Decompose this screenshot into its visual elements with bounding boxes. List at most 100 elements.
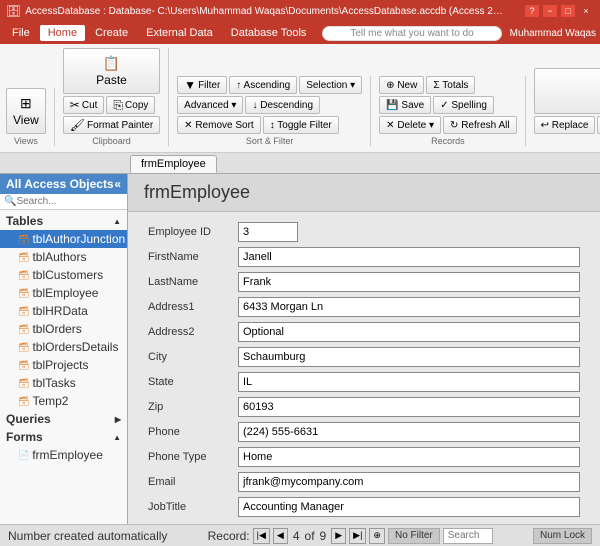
records-row3: ✕ Delete ▾ ↻ Refresh All: [379, 116, 516, 134]
sidebar-item-orders[interactable]: 🗃 tblOrders: [0, 320, 127, 338]
paste-button[interactable]: 📋 Paste: [63, 48, 160, 94]
filter-button[interactable]: ▼ Filter: [177, 76, 227, 94]
new-button[interactable]: ⊕ New: [379, 76, 424, 94]
field-lastname[interactable]: [238, 272, 580, 292]
copy-button[interactable]: ⎘ Copy: [106, 96, 155, 114]
records-label: Records: [379, 136, 516, 146]
form-row-employee-id: Employee ID: [148, 222, 580, 242]
menu-database-tools[interactable]: Database Tools: [223, 25, 315, 41]
sidebar-item-orders-details[interactable]: 🗃 tblOrdersDetails: [0, 338, 127, 356]
replace-button[interactable]: ↩ Replace: [534, 116, 596, 134]
form-content: Employee ID FirstName LastName Address1 …: [128, 212, 600, 524]
totals-button[interactable]: Σ Totals: [426, 76, 475, 94]
view-button[interactable]: ⊞ View: [6, 88, 46, 134]
format-painter-icon: 🖌: [70, 118, 85, 132]
toggle-filter-button[interactable]: ↕ Toggle Filter: [263, 116, 339, 134]
title-bar-text: AccessDatabase : Database- C:\Users\Muha…: [25, 6, 505, 17]
field-address2[interactable]: [238, 322, 580, 342]
sidebar-item-authors[interactable]: 🗃 tblAuthors: [0, 248, 127, 266]
spelling-button[interactable]: ✓ Spelling: [433, 96, 494, 114]
format-painter-button[interactable]: 🖌 Format Painter: [63, 116, 160, 134]
ascending-button[interactable]: ↑ Ascending: [229, 76, 297, 94]
sidebar-item-label-projects: tblProjects: [32, 358, 88, 372]
sidebar-item-label-frm-employee: frmEmployee: [32, 448, 103, 462]
save-button[interactable]: 💾 Save: [379, 96, 431, 114]
remove-sort-button[interactable]: ✕ Remove Sort: [177, 116, 261, 134]
sidebar-item-employee[interactable]: 🗃 tblEmployee: [0, 284, 127, 302]
find-button[interactable]: 🔍 Find: [534, 68, 600, 114]
menu-home[interactable]: Home: [40, 25, 85, 41]
tab-frm-employee[interactable]: frmEmployee: [130, 155, 217, 173]
menu-file[interactable]: File: [4, 25, 38, 41]
table-icon-tasks: 🗃: [18, 378, 29, 389]
ribbon-group-clipboard: 📋 Paste ✂ Cut ⎘ Copy 🖌 Format Painter Cl…: [63, 48, 169, 146]
table-icon-orders-details: 🗃: [18, 342, 29, 353]
title-bar: 🗄 AccessDatabase : Database- C:\Users\Mu…: [0, 0, 600, 22]
field-firstname[interactable]: [238, 247, 580, 267]
nav-last-button[interactable]: ▶|: [349, 528, 366, 544]
form-row-state: State: [148, 372, 580, 392]
search-box[interactable]: Tell me what you want to do: [322, 26, 502, 41]
close-button[interactable]: ×: [578, 4, 594, 18]
find-label-group: Find: [534, 136, 600, 146]
nav-next-button[interactable]: ▶: [331, 528, 346, 544]
sidebar-item-label-authors: tblAuthors: [32, 250, 86, 264]
sidebar-search-box[interactable]: 🔍: [0, 194, 127, 210]
sort-row3: ✕ Remove Sort ↕ Toggle Filter: [177, 116, 362, 134]
username-label: Muhammad Waqas: [510, 28, 596, 39]
queries-label: Queries: [6, 412, 51, 426]
forms-section: Forms ▲: [0, 428, 127, 446]
field-zip[interactable]: [238, 397, 580, 417]
nav-prev-button[interactable]: ◀: [273, 528, 288, 544]
queries-collapse[interactable]: ▶: [115, 415, 121, 424]
search-nav-input[interactable]: [443, 528, 493, 544]
sidebar-title: All Access Objects: [6, 177, 114, 191]
cut-button[interactable]: ✂ Cut: [63, 96, 105, 114]
no-filter-badge[interactable]: No Filter: [388, 528, 440, 544]
field-employee-id[interactable]: [238, 222, 298, 242]
field-phone[interactable]: [238, 422, 580, 442]
clipboard-row2: 🖌 Format Painter: [63, 116, 160, 134]
view-label: View: [13, 113, 39, 127]
sidebar-item-temp2[interactable]: 🗃 Temp2: [0, 392, 127, 410]
label-state: State: [148, 376, 238, 388]
field-email[interactable]: [238, 472, 580, 492]
title-bar-left: 🗄 AccessDatabase : Database- C:\Users\Mu…: [6, 4, 505, 18]
menu-external-data[interactable]: External Data: [138, 25, 221, 41]
sidebar-search-input[interactable]: [16, 196, 123, 207]
paste-label: Paste: [96, 73, 127, 87]
ribbon-group-sort-filter: ▼ Filter ↑ Ascending Selection ▾ Advance…: [177, 76, 371, 146]
sidebar-collapse-icon[interactable]: «: [114, 177, 121, 191]
field-job-title[interactable]: [238, 497, 580, 517]
sidebar-item-author-junction[interactable]: 🗃 tblAuthorJunction: [0, 230, 127, 248]
table-icon-orders: 🗃: [18, 324, 29, 335]
selection-button[interactable]: Selection ▾: [299, 76, 362, 94]
forms-collapse[interactable]: ▲: [113, 433, 121, 442]
advanced-button[interactable]: Advanced ▾: [177, 96, 243, 114]
nav-new-button[interactable]: ⊕: [369, 528, 385, 544]
tables-section: Tables ▲: [0, 212, 127, 230]
sidebar-item-tasks[interactable]: 🗃 tblTasks: [0, 374, 127, 392]
sidebar-item-frm-employee[interactable]: 📄 frmEmployee: [0, 446, 127, 464]
delete-button[interactable]: ✕ Delete ▾: [379, 116, 441, 134]
nav-total: 9: [318, 529, 329, 543]
descending-button[interactable]: ↓ Descending: [245, 96, 320, 114]
form-row-phone: Phone: [148, 422, 580, 442]
table-icon-customers: 🗃: [18, 270, 29, 281]
menu-create[interactable]: Create: [87, 25, 136, 41]
maximize-button[interactable]: □: [560, 4, 576, 18]
field-address1[interactable]: [238, 297, 580, 317]
field-city[interactable]: [238, 347, 580, 367]
field-state[interactable]: [238, 372, 580, 392]
nav-first-button[interactable]: |◀: [253, 528, 270, 544]
help-button[interactable]: ?: [524, 4, 540, 18]
sidebar-item-customers[interactable]: 🗃 tblCustomers: [0, 266, 127, 284]
tables-collapse[interactable]: ▲: [113, 217, 121, 226]
label-job-title: JobTitle: [148, 501, 238, 513]
label-city: City: [148, 351, 238, 363]
sidebar-item-hrdata[interactable]: 🗃 tblHRData: [0, 302, 127, 320]
sidebar-item-projects[interactable]: 🗃 tblProjects: [0, 356, 127, 374]
field-phone-type[interactable]: [238, 447, 580, 467]
minimize-button[interactable]: −: [542, 4, 558, 18]
refresh-button[interactable]: ↻ Refresh All: [443, 116, 517, 134]
